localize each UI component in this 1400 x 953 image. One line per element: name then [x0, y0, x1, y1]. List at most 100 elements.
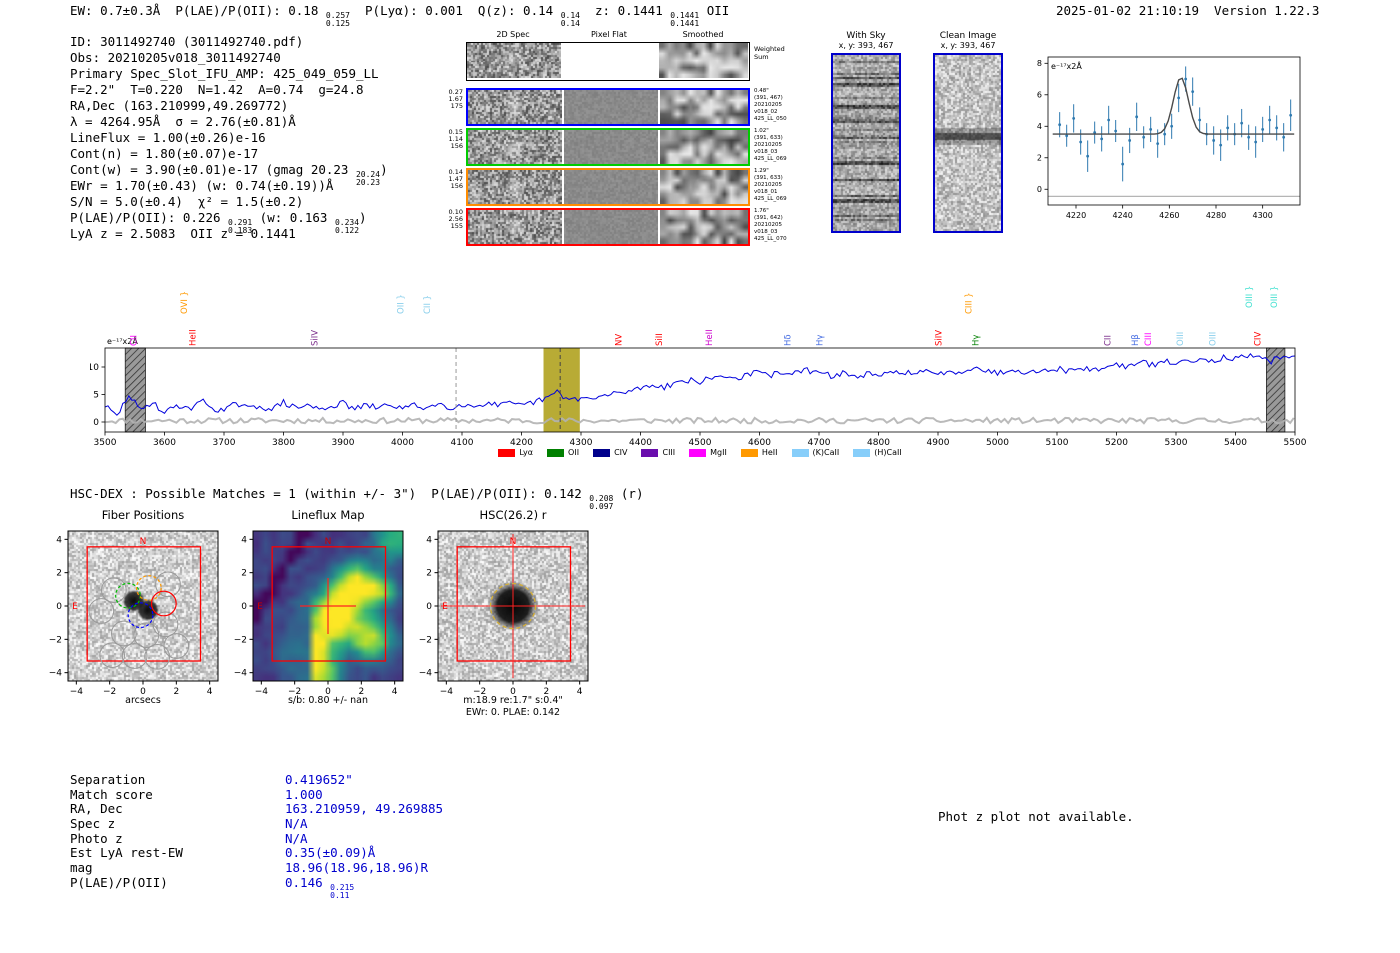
match-field-label: Match score: [70, 786, 153, 802]
lineflux_map-title: Lineflux Map: [291, 508, 364, 522]
emission-line-label: Hγ: [972, 335, 982, 346]
fiber-circle: [121, 643, 148, 669]
emission-line-label: OIII }: [1245, 286, 1255, 308]
text-run: HSC-DEX : Possible Matches = 1 (within +…: [70, 486, 590, 501]
info-line: Primary Spec_Slot_IFU_AMP: 425_049_059_L…: [70, 66, 388, 82]
text-run: F=2.2" T=0.220 N=1.42 A=0.74 g=24.8: [70, 82, 364, 97]
text-run: N/A: [285, 816, 308, 832]
emission-line-label: HeII: [188, 329, 198, 346]
match-table-row: Separation 0.419652": [70, 772, 443, 787]
emission-line-label: CIII: [1144, 333, 1154, 346]
spec2d-row-2d-image: [468, 170, 562, 204]
svg-text:−2: −2: [234, 635, 247, 645]
spec2d-row-right-label: 0.48" (391, 467) 20210205 v018_02 425_LL_050: [754, 88, 787, 122]
text-run: Cont(n) = 1.80(±0.07)e-17: [70, 146, 259, 161]
fiber-circle: [88, 598, 115, 624]
text-run: z: 0.1441: [579, 3, 671, 18]
spec2d-fiber-row: [466, 128, 750, 166]
line-fit-plot: 4220 4240 4260 4280 4300 0 2 4 6 8 e⁻¹⁷x2Å: [1037, 56, 1301, 220]
spec2d-row-left-label: 0.27 1.67 175: [448, 88, 463, 111]
svg-text:5100: 5100: [1046, 438, 1069, 448]
match-table-row: Est LyA rest-EW 0.35(±0.09)Å: [70, 845, 443, 860]
fiber_positions-title: Fiber Positions: [102, 508, 185, 522]
spec2d-row-right-label: 1.02" (391, 633) 20210205 v018_03 425_LL_069: [754, 128, 787, 162]
spec2d-row-pixel-flat: [564, 170, 658, 204]
info-line: λ = 4264.95Å σ = 2.76(±0.81)Å: [70, 114, 388, 130]
sky-noise-line: [104, 416, 1295, 425]
stacked-uncertainty: 20.24 20.23: [355, 170, 381, 187]
gaussian-fit-line: [1052, 77, 1295, 135]
masked-region-band: [1266, 347, 1286, 433]
fiber-circle-highlighted: [135, 575, 162, 601]
with-sky-image: [833, 55, 899, 231]
emission-line-label: NV: [615, 334, 625, 346]
legend-swatch: [740, 448, 758, 457]
clean-image-panel: Clean Image x, y: 393, 467: [930, 31, 1006, 233]
svg-text:5200: 5200: [1105, 438, 1128, 448]
text-run: (r): [613, 486, 644, 501]
match-field-label: Separation: [70, 772, 146, 787]
text-run: OII: [699, 3, 730, 18]
spec2d-row-right-label: 1.29" (391, 633) 20210205 v018_01 425_LL_069: [754, 168, 787, 202]
svg-text:−4: −4: [49, 669, 63, 679]
spec2d-weighted-smoothed: [659, 43, 748, 78]
fiber_positions-xlabel: arcsecs: [125, 695, 161, 706]
text-run: EW: 0.7±0.3Å P(LAE)/P(OII): 0.18: [70, 3, 326, 18]
fiber-circle-highlighted: [115, 582, 141, 609]
emission-line-label: OIII }: [1270, 286, 1280, 308]
emission-line-label: CII: [1104, 335, 1114, 346]
match-table-row: mag 18.96(18.96,18.96)R: [70, 860, 443, 875]
match-table-row: Photo z N/A: [70, 831, 443, 846]
emission-line-label: SiIV: [935, 330, 945, 346]
text-run: N/A: [285, 830, 308, 846]
text-run: P(LAE)/P(OII): 0.226: [70, 210, 229, 225]
match-table-row: Spec z N/A: [70, 816, 443, 831]
lineflux_map-xlabel: s/b: 0.80 +/- nan: [288, 695, 368, 706]
svg-text:3600: 3600: [153, 438, 176, 448]
elixer-detection-report: EW: 0.7±0.3Å P(LAE)/P(OII): 0.18 0.257 0.…: [0, 0, 1400, 953]
spec2d-fiber-row: [466, 168, 750, 206]
legend-item: OII: [547, 448, 579, 457]
svg-text:4100: 4100: [451, 438, 474, 448]
match-table-row: P(LAE)/P(OII) 0.146 0.215 0.11: [70, 875, 443, 900]
match-table-row: RA, Dec 163.210959, 49.269885: [70, 801, 443, 816]
svg-text:4200: 4200: [510, 438, 533, 448]
match-field-label: mag: [70, 860, 93, 876]
svg-text:4400: 4400: [629, 438, 652, 448]
svg-text:−2: −2: [49, 635, 62, 645]
spec2d-row-smoothed: [660, 210, 748, 244]
legend-swatch: [593, 448, 611, 457]
text-run: ): [380, 162, 388, 177]
spec2d-row-2d-image: [468, 210, 562, 244]
svg-text:2: 2: [1037, 154, 1042, 163]
emission-line-label: Hδ: [783, 334, 793, 346]
match-field-value: N/A: [285, 816, 308, 831]
svg-text:4000: 4000: [391, 438, 414, 448]
legend-item: CIII: [641, 448, 675, 457]
match-field-value: 18.96(18.96,18.96)R: [285, 860, 428, 875]
photz-note: Phot z plot not available.: [938, 809, 1134, 824]
match-field-label: RA, Dec: [70, 801, 123, 817]
svg-text:5500: 5500: [1284, 438, 1307, 448]
legend-label: HeII: [761, 448, 778, 457]
compass-east-label: E: [442, 602, 448, 612]
svg-text:5300: 5300: [1165, 438, 1188, 448]
svg-text:3700: 3700: [213, 438, 236, 448]
info-line: S/N = 5.0(±0.4) χ² = 1.5(±0.2): [70, 194, 388, 210]
text-run: S/N = 5.0(±0.4) χ² = 1.5(±0.2): [70, 194, 304, 209]
text-run: ): [359, 210, 367, 225]
svg-text:4: 4: [1037, 122, 1042, 131]
text-run: Obs: 20210205v018_3011492740: [70, 50, 281, 65]
clean-image-title: Clean Image: [939, 31, 997, 41]
legend-label: (K)CaII: [812, 448, 840, 457]
svg-text:4240: 4240: [1112, 211, 1132, 220]
svg-text:−4: −4: [70, 687, 84, 697]
emission-line-label: SiII: [655, 333, 665, 346]
svg-text:2: 2: [56, 569, 62, 579]
legend-label: (H)CaII: [874, 448, 902, 457]
emission-line-label: OII }: [397, 294, 407, 314]
emission-line-label: Hβ: [1131, 334, 1141, 346]
text-run: P(Lyα): 0.001 Q(z): 0.14: [349, 3, 561, 18]
stacked-uncertainty: 0.215 0.11: [330, 882, 355, 900]
legend-label: Lyα: [519, 448, 534, 457]
